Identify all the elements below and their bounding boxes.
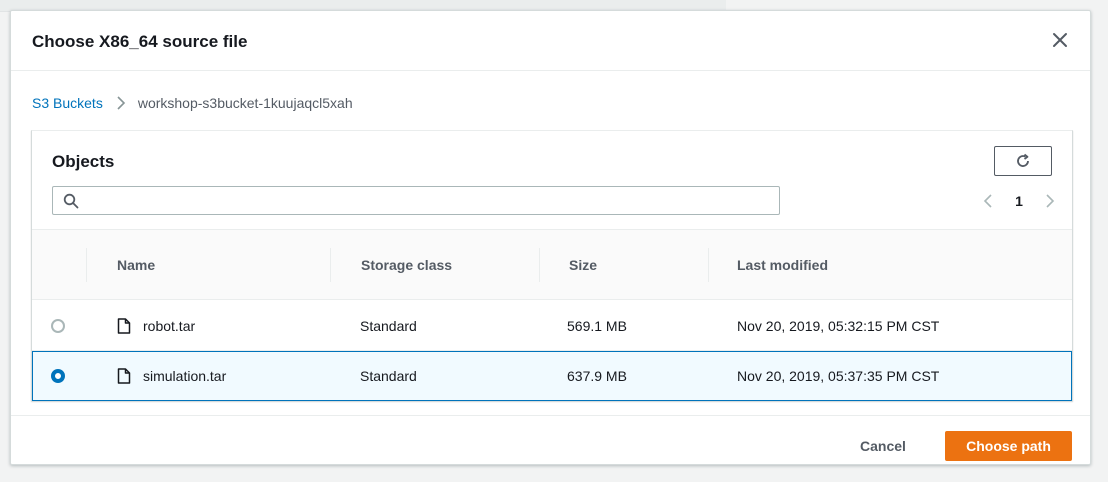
table-row[interactable]: robot.tar Standard 569.1 MB Nov 20, 2019… (32, 301, 1072, 351)
search-input[interactable] (87, 187, 775, 214)
chevron-right-icon (116, 96, 126, 110)
chevron-left-icon (983, 194, 992, 208)
row-radio-button[interactable] (51, 319, 65, 333)
column-header-last-modified[interactable]: Last modified (737, 230, 828, 299)
file-name: robot.tar (143, 317, 196, 334)
column-header-storage-class[interactable]: Storage class (361, 230, 452, 299)
storage-class-cell: Standard (360, 368, 417, 384)
dialog-title: Choose X86_64 source file (32, 32, 248, 51)
name-cell: simulation.tar (117, 352, 226, 400)
size-cell: 637.9 MB (567, 368, 627, 384)
current-page-number[interactable]: 1 (1015, 193, 1023, 209)
choose-path-button[interactable]: Choose path (945, 431, 1072, 461)
pagination: 1 (977, 188, 1061, 214)
row-radio-button-checked[interactable] (51, 369, 65, 383)
close-icon (1053, 33, 1067, 47)
refresh-icon (1017, 153, 1029, 167)
search-icon (63, 193, 79, 209)
column-divider (86, 248, 87, 282)
choose-source-file-dialog: Choose X86_64 source file S3 Buckets wor… (10, 10, 1091, 465)
column-divider (708, 248, 709, 282)
column-divider (539, 248, 540, 282)
refresh-button[interactable] (994, 146, 1052, 176)
storage-class-cell: Standard (360, 317, 417, 334)
column-header-size[interactable]: Size (569, 230, 597, 299)
file-name: simulation.tar (143, 368, 227, 384)
breadcrumb-root-link[interactable]: S3 Buckets (32, 95, 103, 111)
chevron-right-icon (1046, 194, 1055, 208)
table-row-selected[interactable]: simulation.tar Standard 637.9 MB Nov 20,… (32, 351, 1072, 401)
close-button[interactable] (1050, 30, 1070, 50)
dialog-footer: Cancel Choose path (11, 415, 1090, 465)
column-divider (330, 248, 331, 282)
search-box (52, 186, 780, 215)
cancel-button[interactable]: Cancel (860, 431, 906, 461)
previous-page-button[interactable] (977, 188, 999, 214)
next-page-button[interactable] (1039, 188, 1061, 214)
dialog-header: Choose X86_64 source file (11, 11, 1090, 71)
last-modified-cell: Nov 20, 2019, 05:32:15 PM CST (737, 317, 940, 334)
last-modified-cell: Nov 20, 2019, 05:37:35 PM CST (737, 368, 940, 384)
file-icon (117, 317, 131, 334)
objects-panel: Objects 1 Name Storage class Size Last m… (31, 130, 1073, 401)
breadcrumb: S3 Buckets workshop-s3bucket-1kuujaqcl5x… (32, 93, 353, 113)
column-header-name[interactable]: Name (117, 230, 155, 299)
size-cell: 569.1 MB (567, 317, 627, 334)
breadcrumb-current: workshop-s3bucket-1kuujaqcl5xah (137, 95, 353, 111)
objects-title: Objects (52, 152, 115, 171)
name-cell: robot.tar (117, 301, 195, 350)
table-header: Name Storage class Size Last modified (32, 229, 1072, 300)
file-icon (117, 368, 131, 384)
